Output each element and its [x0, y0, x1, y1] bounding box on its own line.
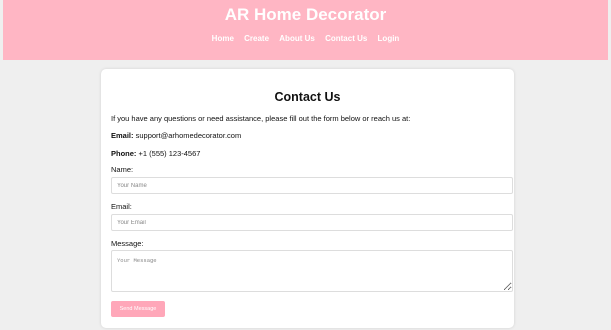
contact-card: Contact Us If you have any questions or …: [101, 69, 514, 328]
message-label: Message:: [111, 239, 144, 248]
nav-login-link[interactable]: Login: [378, 34, 400, 43]
contact-email-value: support@arhomedecorator.com: [135, 131, 242, 140]
contact-email-label: Email:: [111, 131, 134, 140]
email-label: Email:: [111, 202, 132, 211]
site-header: AR Home Decorator Home Create About Us C…: [3, 0, 608, 60]
nav-contact-link[interactable]: Contact Us: [325, 34, 367, 43]
contact-phone-label: Phone:: [111, 149, 137, 158]
site-title: AR Home Decorator: [224, 5, 387, 24]
contact-email-line: Email: support@arhomedecorator.com: [111, 131, 241, 140]
message-textarea[interactable]: [111, 250, 513, 292]
nav-create-link[interactable]: Create: [244, 34, 269, 43]
nav-home-link[interactable]: Home: [212, 34, 234, 43]
send-message-button[interactable]: Send Message: [111, 301, 165, 317]
intro-text: If you have any questions or need assist…: [111, 114, 411, 123]
name-input[interactable]: [111, 177, 513, 194]
nav-about-link[interactable]: About Us: [279, 34, 315, 43]
contact-phone-value: +1 (555) 123-4567: [138, 149, 201, 158]
page-title: Contact Us: [274, 90, 341, 104]
name-label: Name:: [111, 165, 134, 174]
main-nav: Home Create About Us Contact Us Login: [3, 34, 608, 43]
email-input[interactable]: [111, 214, 513, 231]
contact-phone-line: Phone: +1 (555) 123-4567: [111, 149, 200, 158]
